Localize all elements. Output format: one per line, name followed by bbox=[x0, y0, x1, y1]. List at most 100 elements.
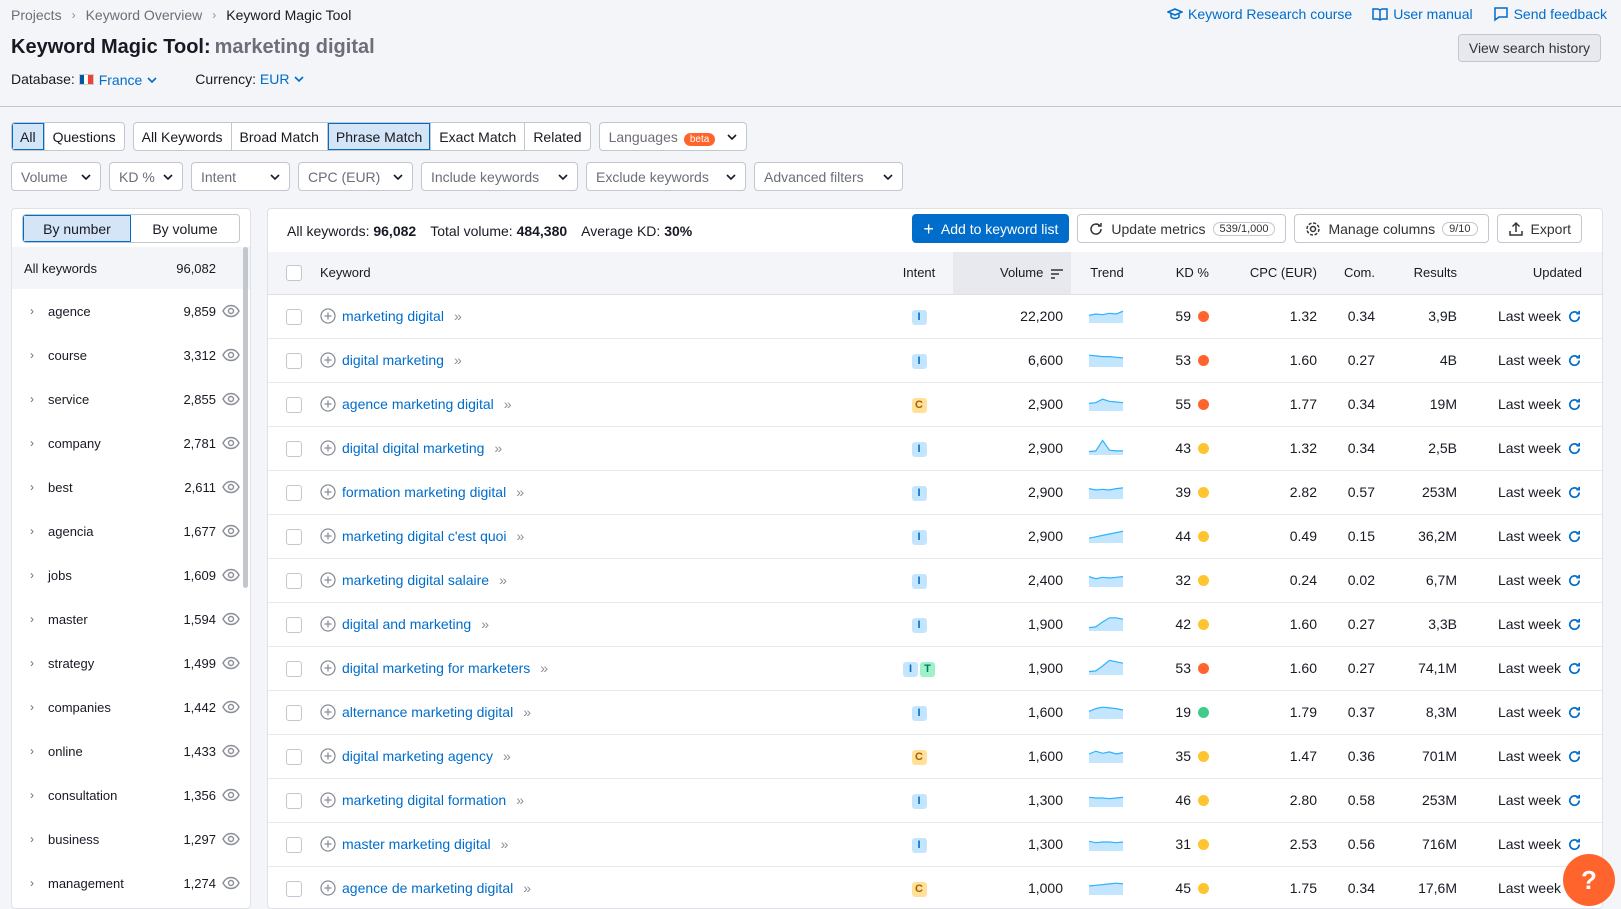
sidebar-group-item[interactable]: › company 2,781 bbox=[12, 421, 250, 465]
double-chevron-icon[interactable]: » bbox=[454, 352, 462, 368]
refresh-icon[interactable] bbox=[1567, 705, 1582, 720]
sidebar-group-item[interactable]: › companies 1,442 bbox=[12, 685, 250, 729]
sidebar-group-item[interactable]: › management 1,274 bbox=[12, 861, 250, 905]
breadcrumb-projects[interactable]: Projects bbox=[11, 7, 62, 23]
eye-icon[interactable] bbox=[222, 392, 240, 406]
keyword-link[interactable]: marketing digital c'est quoi bbox=[342, 528, 507, 544]
keyword-link[interactable]: digital and marketing bbox=[342, 616, 471, 632]
add-keyword-icon[interactable] bbox=[320, 704, 336, 720]
currency-dropdown[interactable]: EUR bbox=[260, 71, 305, 87]
keyword-column-header[interactable]: Keyword bbox=[320, 252, 885, 295]
user-manual-link[interactable]: User manual bbox=[1372, 6, 1473, 22]
intent-column-header[interactable]: Intent bbox=[885, 252, 953, 295]
row-checkbox[interactable] bbox=[286, 836, 302, 853]
row-checkbox[interactable] bbox=[286, 880, 302, 897]
chevron-right-icon[interactable]: › bbox=[30, 348, 46, 362]
keyword-link[interactable]: master marketing digital bbox=[342, 836, 491, 852]
chevron-right-icon[interactable]: › bbox=[30, 744, 46, 758]
eye-icon[interactable] bbox=[222, 832, 240, 846]
chevron-right-icon[interactable]: › bbox=[30, 568, 46, 582]
row-checkbox[interactable] bbox=[286, 396, 302, 413]
keyword-link[interactable]: digital digital marketing bbox=[342, 440, 484, 456]
sidebar-group-item[interactable]: › agence 9,859 bbox=[12, 289, 250, 333]
keyword-research-course-link[interactable]: Keyword Research course bbox=[1167, 6, 1352, 22]
row-checkbox[interactable] bbox=[286, 748, 302, 765]
double-chevron-icon[interactable]: » bbox=[501, 836, 509, 852]
tab-exact-match[interactable]: Exact Match bbox=[430, 123, 524, 150]
refresh-icon[interactable] bbox=[1567, 749, 1582, 764]
tab-related[interactable]: Related bbox=[524, 123, 589, 150]
eye-icon[interactable] bbox=[222, 744, 240, 758]
keyword-link[interactable]: digital marketing for marketers bbox=[342, 660, 530, 676]
chevron-right-icon[interactable]: › bbox=[30, 788, 46, 802]
eye-icon[interactable] bbox=[222, 436, 240, 450]
eye-icon[interactable] bbox=[222, 304, 240, 318]
eye-icon[interactable] bbox=[222, 568, 240, 582]
refresh-icon[interactable] bbox=[1567, 309, 1582, 324]
double-chevron-icon[interactable]: » bbox=[523, 704, 531, 720]
add-keyword-icon[interactable] bbox=[320, 572, 336, 588]
cpc-column-header[interactable]: CPC (EUR) bbox=[1209, 252, 1317, 295]
chevron-right-icon[interactable]: › bbox=[30, 832, 46, 846]
chevron-right-icon[interactable]: › bbox=[30, 700, 46, 714]
sidebar-group-item[interactable]: › online 1,433 bbox=[12, 729, 250, 773]
keyword-link[interactable]: marketing digital formation bbox=[342, 792, 506, 808]
refresh-icon[interactable] bbox=[1567, 441, 1582, 456]
row-checkbox[interactable] bbox=[286, 572, 302, 589]
double-chevron-icon[interactable]: » bbox=[499, 572, 507, 588]
refresh-icon[interactable] bbox=[1567, 397, 1582, 412]
add-keyword-icon[interactable] bbox=[320, 440, 336, 456]
refresh-icon[interactable] bbox=[1567, 617, 1582, 632]
double-chevron-icon[interactable]: » bbox=[516, 484, 524, 500]
update-metrics-button[interactable]: Update metrics 539/1,000 bbox=[1077, 214, 1287, 243]
volume-column-header[interactable]: Volume bbox=[953, 252, 1071, 295]
add-keyword-icon[interactable] bbox=[320, 836, 336, 852]
chevron-right-icon[interactable]: › bbox=[30, 612, 46, 626]
sidebar-group-item[interactable]: › agencia 1,677 bbox=[12, 509, 250, 553]
eye-icon[interactable] bbox=[222, 700, 240, 714]
double-chevron-icon[interactable]: » bbox=[540, 660, 548, 676]
exclude-keywords-filter[interactable]: Exclude keywords bbox=[586, 162, 746, 191]
keyword-link[interactable]: alternance marketing digital bbox=[342, 704, 513, 720]
double-chevron-icon[interactable]: » bbox=[454, 308, 462, 324]
eye-icon[interactable] bbox=[222, 612, 240, 626]
sidebar-group-item[interactable]: › course 3,312 bbox=[12, 333, 250, 377]
com-column-header[interactable]: Com. bbox=[1317, 252, 1375, 295]
refresh-icon[interactable] bbox=[1567, 793, 1582, 808]
refresh-icon[interactable] bbox=[1567, 529, 1582, 544]
breadcrumb-keyword-overview[interactable]: Keyword Overview bbox=[86, 7, 203, 23]
add-keyword-icon[interactable] bbox=[320, 748, 336, 764]
by-number-toggle[interactable]: By number bbox=[23, 215, 131, 242]
chevron-right-icon[interactable]: › bbox=[30, 524, 46, 538]
double-chevron-icon[interactable]: » bbox=[523, 880, 531, 896]
keyword-link[interactable]: agence marketing digital bbox=[342, 396, 494, 412]
intent-filter[interactable]: Intent bbox=[191, 162, 290, 191]
tab-questions[interactable]: Questions bbox=[43, 123, 124, 150]
chevron-right-icon[interactable]: › bbox=[30, 304, 46, 318]
help-button[interactable]: ? bbox=[1563, 854, 1615, 906]
add-keyword-icon[interactable] bbox=[320, 308, 336, 324]
sidebar-group-item[interactable]: › business 1,297 bbox=[12, 817, 250, 861]
sidebar-group-item[interactable]: › master 1,594 bbox=[12, 597, 250, 641]
add-to-keyword-list-button[interactable]: + Add to keyword list bbox=[912, 214, 1070, 243]
add-keyword-icon[interactable] bbox=[320, 616, 336, 632]
double-chevron-icon[interactable]: » bbox=[517, 528, 525, 544]
row-checkbox[interactable] bbox=[286, 352, 302, 369]
kd-column-header[interactable]: KD % bbox=[1143, 252, 1209, 295]
sidebar-group-item[interactable]: › consultation 1,356 bbox=[12, 773, 250, 817]
row-checkbox[interactable] bbox=[286, 440, 302, 457]
tab-all[interactable]: All bbox=[12, 123, 44, 150]
keyword-link[interactable]: marketing digital salaire bbox=[342, 572, 489, 588]
refresh-icon[interactable] bbox=[1567, 485, 1582, 500]
by-volume-toggle[interactable]: By volume bbox=[131, 215, 239, 242]
cpc-filter[interactable]: CPC (EUR) bbox=[298, 162, 413, 191]
eye-icon[interactable] bbox=[222, 480, 240, 494]
refresh-icon[interactable] bbox=[1567, 573, 1582, 588]
advanced-filters[interactable]: Advanced filters bbox=[754, 162, 903, 191]
sidebar-group-item[interactable]: › jobs 1,609 bbox=[12, 553, 250, 597]
add-keyword-icon[interactable] bbox=[320, 352, 336, 368]
tab-phrase-match[interactable]: Phrase Match bbox=[326, 123, 431, 150]
add-keyword-icon[interactable] bbox=[320, 396, 336, 412]
double-chevron-icon[interactable]: » bbox=[504, 396, 512, 412]
row-checkbox[interactable] bbox=[286, 616, 302, 633]
